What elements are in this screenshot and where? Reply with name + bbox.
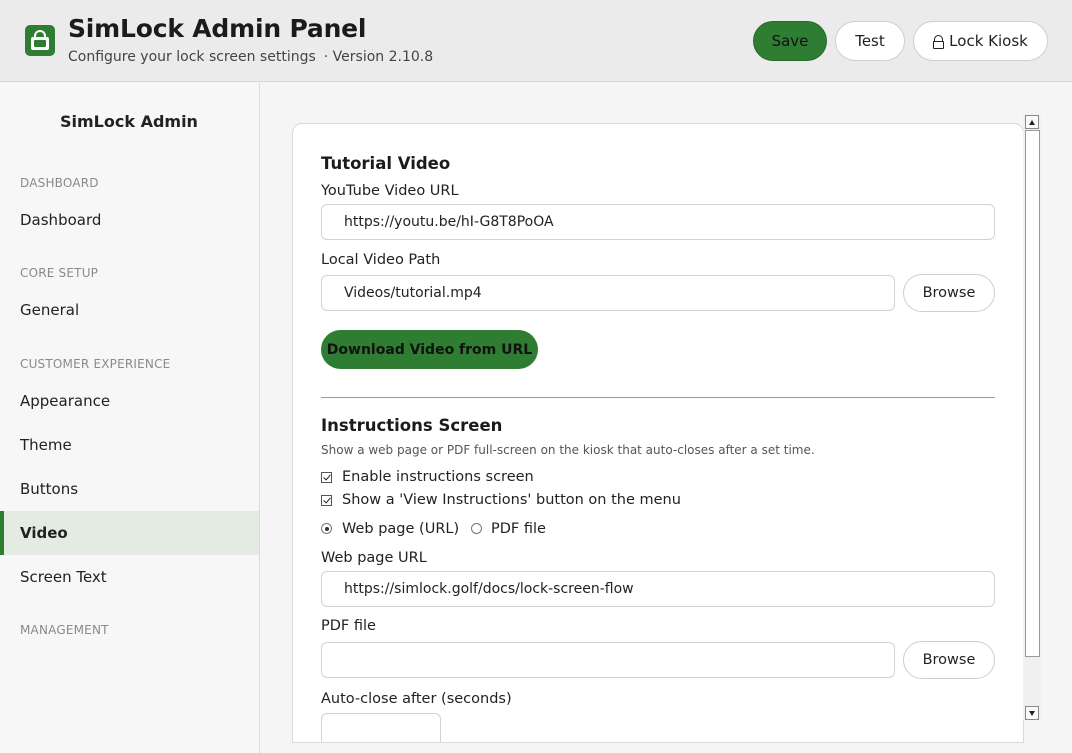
youtube-url-input[interactable] xyxy=(321,204,995,240)
auto-close-label: Auto-close after (seconds) xyxy=(321,691,512,707)
source-web-page-radio[interactable] xyxy=(321,523,332,534)
enable-instructions-label: Enable instructions screen xyxy=(342,469,534,485)
pdf-file-input[interactable] xyxy=(321,642,895,678)
local-video-path-label: Local Video Path xyxy=(321,252,441,268)
lock-icon xyxy=(933,35,945,49)
save-button[interactable]: Save xyxy=(753,21,827,61)
enable-instructions-checkbox[interactable] xyxy=(321,472,332,483)
web-page-url-input[interactable] xyxy=(321,571,995,607)
sidebar-item-dashboard[interactable]: Dashboard xyxy=(0,198,259,242)
scroll-up-arrow-icon[interactable] xyxy=(1025,115,1039,129)
pdf-file-label: PDF file xyxy=(321,618,376,634)
browse-pdf-button[interactable]: Browse xyxy=(903,641,995,679)
scrollbar-thumb[interactable] xyxy=(1025,130,1040,657)
section-dashboard: DASHBOARD xyxy=(20,176,99,190)
section-core-setup: CORE SETUP xyxy=(20,266,99,280)
show-view-instructions-label: Show a 'View Instructions' button on the… xyxy=(342,492,681,508)
lock-kiosk-label: Lock Kiosk xyxy=(949,32,1028,50)
tutorial-video-heading: Tutorial Video xyxy=(321,154,451,173)
sidebar-title: SimLock Admin xyxy=(60,112,198,131)
browse-video-button[interactable]: Browse xyxy=(903,274,995,312)
app-subtitle: Configure your lock screen settings · Ver… xyxy=(68,49,433,65)
youtube-url-label: YouTube Video URL xyxy=(321,183,459,199)
app-title: SimLock Admin Panel xyxy=(68,14,367,43)
download-video-button[interactable]: Download Video from URL xyxy=(321,330,538,369)
auto-close-input[interactable] xyxy=(321,713,441,742)
sidebar-item-general[interactable]: General xyxy=(0,288,259,332)
scroll-down-arrow-icon[interactable] xyxy=(1025,706,1039,720)
sidebar-item-screen-text[interactable]: Screen Text xyxy=(0,555,259,599)
app-header: SimLock Admin Panel Configure your lock … xyxy=(0,0,1072,82)
instructions-screen-heading: Instructions Screen xyxy=(321,416,503,435)
subtitle-text: Configure your lock screen settings xyxy=(68,49,316,65)
sidebar-item-buttons[interactable]: Buttons xyxy=(0,467,259,511)
local-video-path-input[interactable] xyxy=(321,275,895,311)
source-pdf-radio[interactable] xyxy=(471,523,482,534)
section-customer-experience: CUSTOMER EXPERIENCE xyxy=(20,357,171,371)
web-page-url-label: Web page URL xyxy=(321,550,427,566)
vertical-scrollbar[interactable] xyxy=(1023,115,1041,720)
source-pdf-label: PDF file xyxy=(491,521,546,537)
test-button[interactable]: Test xyxy=(835,21,905,61)
lock-logo-icon xyxy=(25,25,55,56)
video-settings-card: Tutorial Video YouTube Video URL Local V… xyxy=(292,123,1024,743)
sidebar-item-appearance[interactable]: Appearance xyxy=(0,379,259,423)
section-divider xyxy=(321,397,995,398)
sidebar: SimLock Admin DASHBOARD Dashboard CORE S… xyxy=(0,83,260,753)
lock-kiosk-button[interactable]: Lock Kiosk xyxy=(913,21,1048,61)
sidebar-item-video[interactable]: Video xyxy=(0,511,259,555)
version-text: · Version 2.10.8 xyxy=(323,49,434,65)
show-view-instructions-checkbox[interactable] xyxy=(321,495,332,506)
instructions-help-text: Show a web page or PDF full-screen on th… xyxy=(321,443,815,457)
section-management: MANAGEMENT xyxy=(20,623,109,637)
source-web-page-label: Web page (URL) xyxy=(342,521,460,537)
main-content: Tutorial Video YouTube Video URL Local V… xyxy=(260,83,1072,753)
sidebar-item-theme[interactable]: Theme xyxy=(0,423,259,467)
